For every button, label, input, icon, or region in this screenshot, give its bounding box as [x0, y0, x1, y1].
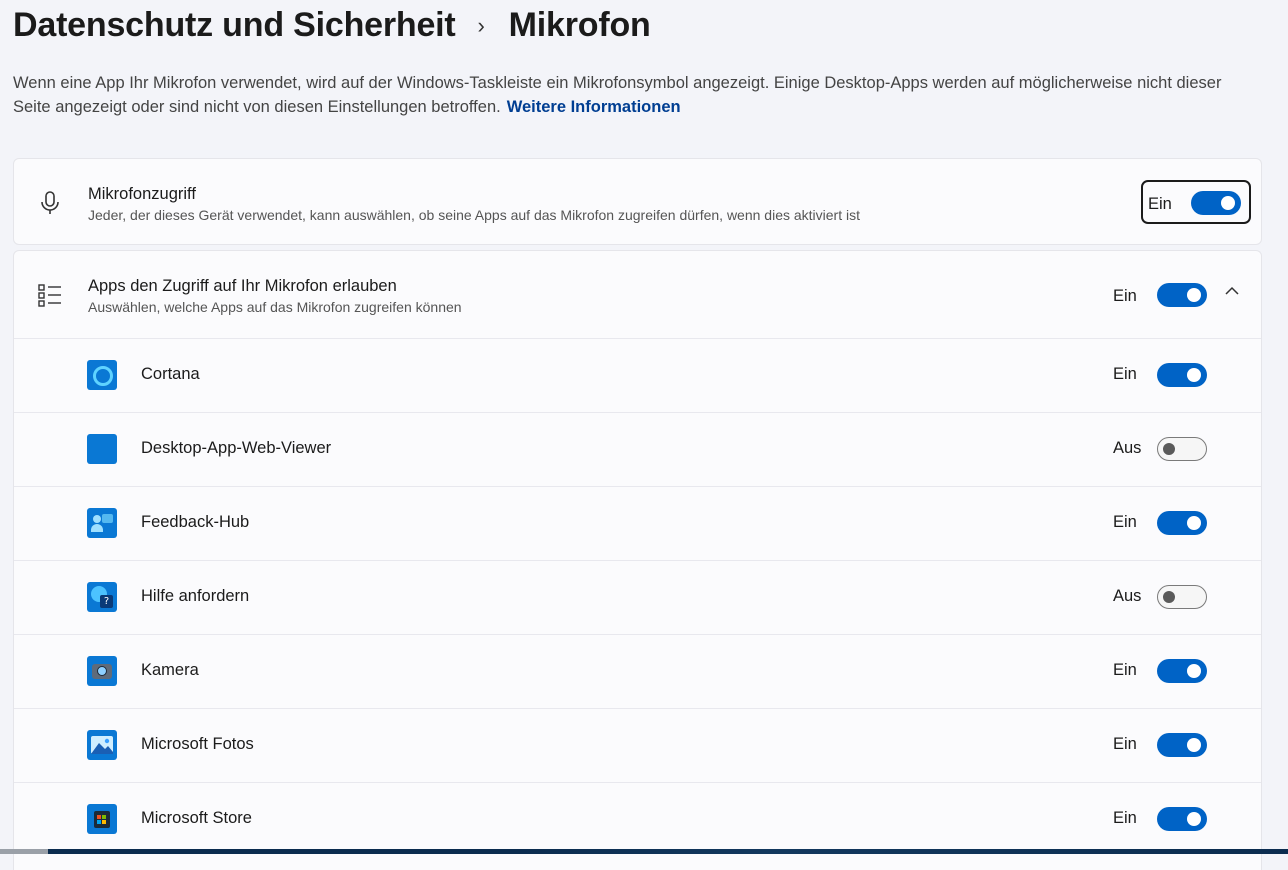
apps-access-title: Apps den Zugriff auf Ihr Mikrofon erlaub…	[88, 277, 397, 295]
app-toggle-kamera[interactable]	[1157, 659, 1207, 683]
app-name: Hilfe anfordern	[141, 587, 250, 605]
breadcrumb: Datenschutz und Sicherheit › Mikrofon	[13, 6, 651, 45]
get-help-icon: ?	[87, 582, 117, 612]
microphone-access-card: Mikrofonzugriff Jeder, der dieses Gerät …	[13, 158, 1262, 245]
camera-icon	[87, 656, 117, 686]
breadcrumb-separator-icon: ›	[477, 12, 485, 38]
toggle-knob	[1163, 443, 1175, 455]
toggle-knob	[1187, 738, 1201, 752]
app-state: Ein	[1113, 809, 1137, 827]
app-name: Microsoft Fotos	[141, 735, 254, 753]
app-state: Aus	[1113, 587, 1142, 605]
cortana-icon	[87, 360, 117, 390]
app-state: Ein	[1113, 661, 1137, 679]
app-name: Cortana	[141, 365, 200, 383]
list-icon	[38, 284, 61, 307]
store-icon	[87, 804, 117, 834]
microphone-access-state: Ein	[1148, 195, 1172, 213]
app-row-microsoft-store: Microsoft Store Ein	[14, 782, 1261, 856]
breadcrumb-parent[interactable]: Datenschutz und Sicherheit	[13, 6, 456, 45]
feedback-hub-icon	[87, 508, 117, 538]
taskbar-edge	[0, 849, 1288, 854]
app-name: Kamera	[141, 661, 199, 679]
toggle-knob	[1187, 288, 1201, 302]
toggle-knob	[1221, 196, 1235, 210]
app-name: Feedback-Hub	[141, 513, 250, 531]
app-row-kamera: Kamera Ein	[14, 634, 1261, 708]
microphone-icon	[41, 191, 59, 214]
page-title: Mikrofon	[508, 6, 651, 44]
photos-icon	[87, 730, 117, 760]
app-row-desktop-app-web-viewer: Desktop-App-Web-Viewer Aus	[14, 412, 1261, 486]
microphone-access-subtitle: Jeder, der dieses Gerät verwendet, kann …	[88, 207, 860, 223]
web-viewer-icon	[87, 434, 117, 464]
app-state: Ein	[1113, 513, 1137, 531]
apps-access-card: Apps den Zugriff auf Ihr Mikrofon erlaub…	[13, 250, 1262, 870]
app-toggle-microsoft-fotos[interactable]	[1157, 733, 1207, 757]
app-row-feedback-hub: Feedback-Hub Ein	[14, 486, 1261, 560]
app-name: Desktop-App-Web-Viewer	[141, 439, 332, 457]
app-toggle-feedback-hub[interactable]	[1157, 511, 1207, 535]
toggle-knob	[1163, 591, 1175, 603]
toggle-knob	[1187, 516, 1201, 530]
app-state: Ein	[1113, 365, 1137, 383]
app-toggle-microsoft-store[interactable]	[1157, 807, 1207, 831]
app-row-hilfe-anfordern: ? Hilfe anfordern Aus	[14, 560, 1261, 634]
toggle-knob	[1187, 664, 1201, 678]
app-name: Microsoft Store	[141, 809, 252, 827]
page-description: Wenn eine App Ihr Mikrofon verwendet, wi…	[13, 71, 1263, 119]
apps-access-toggle[interactable]	[1157, 283, 1207, 307]
app-state: Ein	[1113, 735, 1137, 753]
apps-access-header[interactable]: Apps den Zugriff auf Ihr Mikrofon erlaub…	[14, 251, 1261, 338]
app-row-cortana: Cortana Ein	[14, 338, 1261, 412]
toggle-knob	[1187, 368, 1201, 382]
app-toggle-hilfe-anfordern[interactable]	[1157, 585, 1207, 609]
learn-more-link[interactable]: Weitere Informationen	[507, 98, 681, 116]
app-row-microsoft-fotos: Microsoft Fotos Ein	[14, 708, 1261, 782]
toggle-knob	[1187, 812, 1201, 826]
app-toggle-desktop-app-web-viewer[interactable]	[1157, 437, 1207, 461]
chevron-up-icon[interactable]	[1224, 285, 1240, 297]
app-state: Aus	[1113, 439, 1142, 457]
microphone-access-toggle[interactable]	[1191, 191, 1241, 215]
apps-access-state: Ein	[1113, 287, 1137, 305]
microphone-access-title: Mikrofonzugriff	[88, 185, 196, 203]
app-toggle-cortana[interactable]	[1157, 363, 1207, 387]
apps-access-subtitle: Auswählen, welche Apps auf das Mikrofon …	[88, 299, 462, 315]
